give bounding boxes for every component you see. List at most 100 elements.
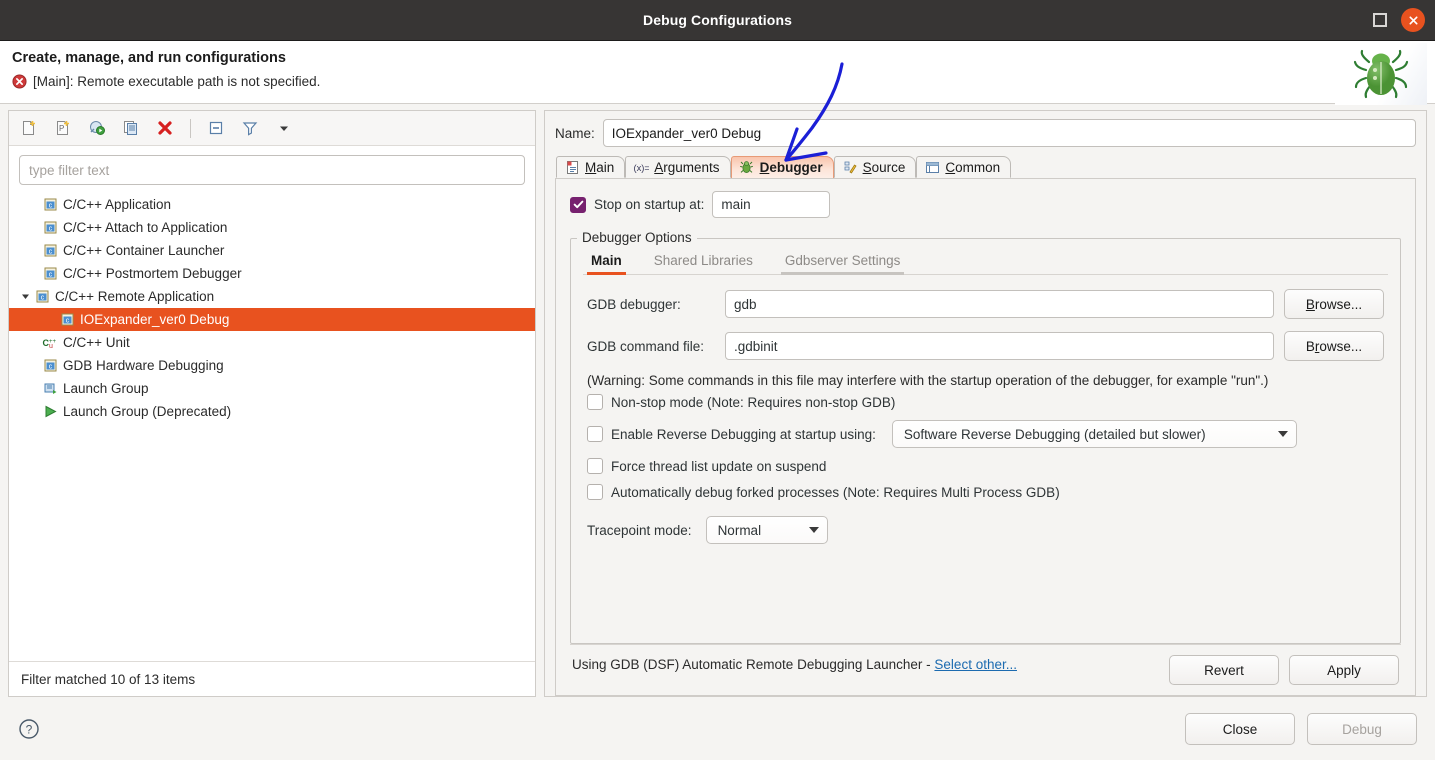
tree-item-launch-group-deprecated[interactable]: Launch Group (Deprecated) — [9, 400, 535, 423]
common-table-icon — [924, 159, 940, 175]
search-input[interactable]: type filter text — [19, 155, 525, 185]
gdb-command-file-input[interactable]: .gdbinit — [725, 332, 1274, 360]
tree-item-c-c-postmortem-debugger[interactable]: c C/C++ Postmortem Debugger — [9, 262, 535, 285]
apply-button[interactable]: Apply — [1289, 655, 1399, 685]
svg-text:c: c — [49, 226, 53, 233]
select-other-link[interactable]: Select other... — [934, 657, 1017, 672]
dialog-footer: ? Close Debug — [0, 697, 1435, 760]
close-button[interactable]: Close — [1185, 713, 1295, 745]
non-stop-mode-row: Non-stop mode (Note: Requires non-stop G… — [587, 394, 1384, 410]
tree-item-label: Launch Group (Deprecated) — [63, 404, 232, 419]
tab-debugger[interactable]: Debugger — [730, 156, 834, 178]
svg-text:u: u — [49, 343, 53, 350]
tree-item-ioexpander-ver0-debug[interactable]: c IOExpander_ver0 Debug — [9, 308, 535, 331]
twisty-expanded-icon[interactable] — [17, 291, 34, 302]
chevron-down-icon — [280, 126, 288, 131]
green-play-icon — [42, 404, 59, 420]
delete-button[interactable] — [153, 116, 177, 140]
maximize-icon[interactable] — [1373, 13, 1387, 27]
arguments-variable-icon: (x)= — [633, 159, 650, 175]
gdb-command-file-browse-button[interactable]: Br owse... — [1284, 331, 1384, 361]
gdb-debugger-browse-button[interactable]: Browse... — [1284, 289, 1384, 319]
duplicate-icon — [124, 121, 137, 135]
reverse-debugging-row: Enable Reverse Debugging at startup usin… — [587, 420, 1384, 448]
tab-source[interactable]: Source — [833, 156, 917, 178]
help-question-icon[interactable]: ? — [18, 718, 40, 740]
non-stop-mode-label: Non-stop mode (Note: Requires non-stop G… — [611, 394, 896, 410]
toolbar-separator — [190, 118, 191, 138]
duplicate-button[interactable] — [119, 116, 143, 140]
chevron-down-icon — [1277, 431, 1288, 437]
tree-item-label: C/C++ Application — [63, 197, 172, 212]
gdb-command-file-warning: (Warning: Some commands in this file may… — [587, 373, 1269, 388]
tracepoint-mode-value: Normal — [717, 522, 762, 538]
non-stop-mode-checkbox[interactable] — [587, 394, 603, 410]
new-prototype-button[interactable]: P — [51, 116, 75, 140]
check-icon — [573, 200, 583, 209]
stop-on-startup-checkbox[interactable] — [570, 196, 586, 213]
tree-item-label: C/C++ Attach to Application — [63, 220, 228, 235]
error-circle-icon — [12, 74, 27, 89]
launcher-prefix: Using GDB (DSF) Automatic Remote Debuggi… — [572, 657, 935, 672]
close-icon — [1408, 15, 1418, 25]
launcher-bar: Using GDB (DSF) Automatic Remote Debuggi… — [570, 644, 1401, 695]
collapse-all-button[interactable] — [204, 116, 228, 140]
svg-text:c: c — [49, 272, 53, 279]
main-document-icon — [564, 159, 580, 175]
tab-debugger-label: Debugger — [759, 160, 823, 175]
window-controls — [1373, 0, 1425, 40]
tree-item-c-c-application[interactable]: c C/C++ Application — [9, 193, 535, 216]
tracepoint-mode-combo[interactable]: Normal — [705, 516, 828, 544]
new-launch-group-button[interactable] — [85, 116, 109, 140]
reverse-debugging-checkbox[interactable] — [587, 426, 603, 442]
svg-text:c: c — [41, 295, 45, 302]
debugger-options-tabs: Main Shared Libraries Gdbserver Settings — [583, 249, 1388, 275]
tree-item-gdb-hardware-debugging[interactable]: c GDB Hardware Debugging — [9, 354, 535, 377]
page-title: Create, manage, and run configurations — [12, 50, 286, 66]
close-window-button[interactable] — [1401, 8, 1425, 32]
inner-tab-gdbserver-settings[interactable]: Gdbserver Settings — [780, 249, 917, 275]
new-launch-configuration-button[interactable] — [17, 116, 41, 140]
svg-text:(x)=: (x)= — [634, 161, 650, 172]
c-app-icon: c — [42, 220, 59, 236]
reverse-debugging-combo[interactable]: Software Reverse Debugging (detailed but… — [891, 420, 1297, 448]
filter-button[interactable] — [238, 116, 262, 140]
c-app-icon: c — [42, 358, 59, 374]
tree-item-label: C/C++ Container Launcher — [63, 243, 225, 258]
debugger-bug-icon — [739, 160, 755, 176]
view-menu-button[interactable] — [272, 116, 296, 140]
gdb-debugger-input[interactable]: gdb — [725, 290, 1274, 318]
filter-status-text: Filter matched 10 of 13 items — [9, 661, 535, 696]
tab-common[interactable]: Common — [916, 156, 1012, 178]
name-input[interactable]: IOExpander_ver0 Debug — [602, 119, 1416, 147]
tree-item-c-c-container-launcher[interactable]: c C/C++ Container Launcher — [9, 239, 535, 262]
stop-on-startup-input[interactable]: main — [712, 191, 831, 218]
tree-item-c-c-unit[interactable]: C ++ u C/C++ Unit — [9, 331, 535, 354]
tree-item-label: C/C++ Unit — [63, 335, 130, 350]
tree-item-c-c-remote-application[interactable]: c C/C++ Remote Application — [9, 285, 535, 308]
tree-item-launch-group[interactable]: Launch Group — [9, 377, 535, 400]
inner-tab-gdbserver-settings-label: Gdbserver Settings — [784, 253, 901, 268]
inner-tab-shared-libraries[interactable]: Shared Libraries — [650, 249, 769, 274]
revert-button[interactable]: Revert — [1169, 655, 1279, 685]
tab-main[interactable]: Main — [556, 156, 626, 178]
source-edit-icon — [842, 159, 858, 175]
tab-source-label: Source — [862, 159, 906, 175]
svg-text:c: c — [49, 203, 53, 210]
gdb-debugger-row: GDB debugger: gdb Browse... — [587, 289, 1384, 319]
inner-tab-main[interactable]: Main — [587, 249, 638, 275]
configurations-tree[interactable]: c C/C++ Application c C/C++ Attach to Appli… — [9, 189, 535, 661]
name-row: Name: IOExpander_ver0 Debug — [555, 119, 1416, 147]
tab-arguments[interactable]: (x)= Arguments — [625, 156, 731, 178]
tree-item-c-c-attach-to-application[interactable]: c C/C++ Attach to Application — [9, 216, 535, 239]
force-thread-list-checkbox[interactable] — [587, 458, 603, 474]
configuration-editor-panel: Name: IOExpander_ver0 Debug Main (x)= Ar… — [544, 110, 1427, 697]
svg-text:c: c — [49, 249, 53, 256]
force-thread-list-label: Force thread list update on suspend — [611, 458, 827, 474]
auto-debug-forked-label: Automatically debug forked processes (No… — [611, 484, 1060, 500]
validation-message: [Main]: Remote executable path is not sp… — [12, 74, 1423, 89]
tab-main-label: Main — [585, 159, 615, 175]
auto-debug-forked-checkbox[interactable] — [587, 484, 603, 500]
bug-graphic — [1353, 49, 1409, 99]
gdb-debugger-label: GDB debugger: — [587, 296, 681, 312]
